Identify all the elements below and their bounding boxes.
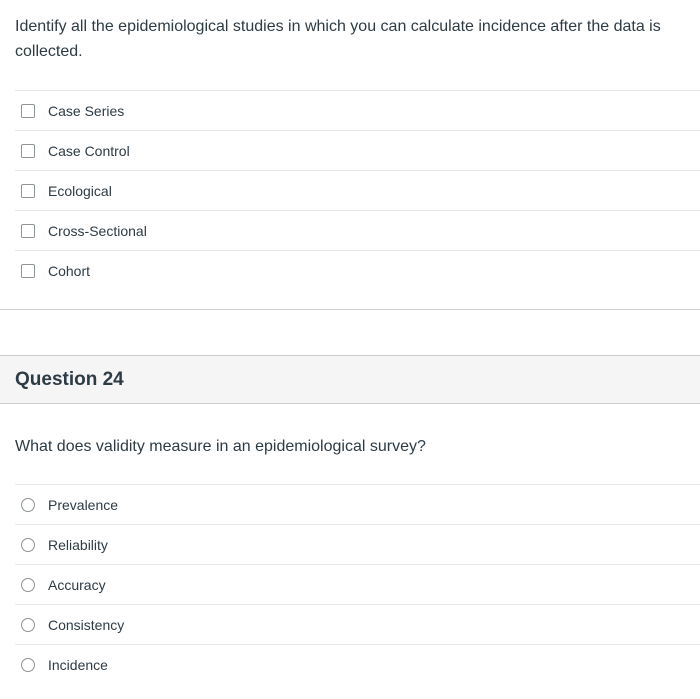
answer-label: Cross-Sectional bbox=[48, 222, 147, 239]
question-23-text: Identify all the epidemiological studies… bbox=[15, 18, 661, 60]
radio-unselected-icon[interactable] bbox=[21, 497, 35, 512]
answer-option[interactable]: Ecological bbox=[15, 170, 700, 210]
answer-option[interactable]: Cross-Sectional bbox=[15, 210, 700, 250]
answer-label: Ecological bbox=[48, 182, 112, 199]
checkbox-unchecked-icon[interactable] bbox=[21, 143, 35, 158]
question-23-answers: Case Series Case Control Ecological Cros… bbox=[15, 90, 700, 290]
checkbox-unchecked-icon[interactable] bbox=[21, 103, 35, 118]
answer-option[interactable]: Reliability bbox=[15, 524, 700, 564]
answer-option[interactable]: Case Series bbox=[15, 90, 700, 130]
checkbox-unchecked-icon[interactable] bbox=[21, 223, 35, 238]
checkbox-unchecked-icon[interactable] bbox=[21, 263, 35, 278]
answer-label: Cohort bbox=[48, 262, 91, 279]
answer-option[interactable]: Case Control bbox=[15, 130, 700, 170]
answer-option[interactable]: Prevalence bbox=[15, 484, 700, 524]
answer-label: Consistency bbox=[48, 616, 125, 633]
radio-unselected-icon[interactable] bbox=[21, 537, 35, 552]
question-24-header: Question 24 bbox=[0, 355, 700, 404]
answer-label: Case Series bbox=[48, 102, 125, 119]
question-24-text: What does validity measure in an epidemi… bbox=[15, 438, 426, 455]
answer-label: Incidence bbox=[48, 656, 108, 673]
answer-option[interactable]: Accuracy bbox=[15, 564, 700, 604]
radio-unselected-icon[interactable] bbox=[21, 577, 35, 592]
answer-label: Prevalence bbox=[48, 496, 119, 513]
answer-label: Reliability bbox=[48, 536, 108, 553]
answer-option[interactable]: Incidence bbox=[15, 644, 700, 684]
question-24-answers: Prevalence Reliability Accuracy Consiste… bbox=[15, 484, 700, 684]
question-divider bbox=[0, 309, 700, 310]
checkbox-unchecked-icon[interactable] bbox=[21, 183, 35, 198]
answer-option[interactable]: Cohort bbox=[15, 250, 700, 290]
radio-unselected-icon[interactable] bbox=[21, 617, 35, 632]
radio-unselected-icon[interactable] bbox=[21, 657, 35, 672]
answer-option[interactable]: Consistency bbox=[15, 604, 700, 644]
answer-label: Case Control bbox=[48, 142, 130, 159]
answer-label: Accuracy bbox=[48, 576, 106, 593]
question-24-title: Question 24 bbox=[15, 369, 124, 390]
